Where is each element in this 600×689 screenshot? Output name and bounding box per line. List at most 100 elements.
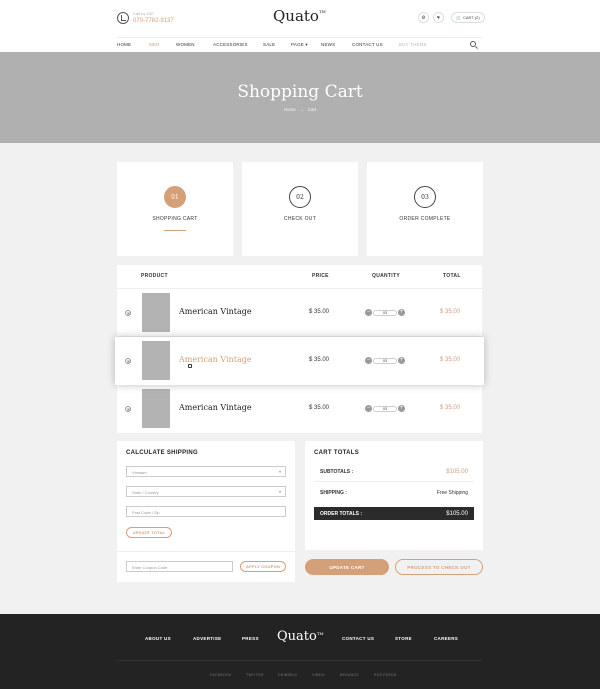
shipping-title: CALCULATE SHIPPING <box>126 450 198 456</box>
site-header: Call us 24/7 070-7782-9137 QuatoTM ⚙ ♥ 🛒… <box>0 0 600 52</box>
step-label: SHOPPING CART <box>152 216 198 222</box>
heart-icon: ♥ <box>437 14 440 21</box>
settings-button[interactable]: ⚙ <box>418 12 429 23</box>
subtotal-line: SUBTOTALS : $105.00 <box>314 465 474 478</box>
footer-link-contact-us[interactable]: CONTACT US <box>342 636 374 641</box>
product-name[interactable]: American Vintage <box>179 307 252 316</box>
order-total-label: ORDER TOTALS : <box>320 510 363 517</box>
call-label: Call us 24/7 <box>133 11 155 16</box>
header-price: PRICE <box>312 273 329 279</box>
chevron-down-icon: ▾ <box>278 489 281 494</box>
breadcrumb: Home → Cart <box>0 107 600 112</box>
totals-title: CART TOTALS <box>314 450 360 456</box>
state-placeholder: State / Country <box>132 490 159 495</box>
shipping-label: SHIPPING : <box>320 489 347 496</box>
coupon-placeholder: Enter Coupon Code <box>132 565 168 570</box>
header-product: PRODUCT <box>141 273 168 279</box>
social-twitter[interactable]: TWITTER <box>246 673 264 677</box>
product-name[interactable]: American Vintage <box>179 355 252 364</box>
country-value: Vietnam <box>132 470 147 475</box>
nav-accessories[interactable]: ACCESSORIES <box>213 42 248 47</box>
update-total-button[interactable]: UPDATE TOTAL <box>126 527 172 538</box>
decrease-quantity-button[interactable]: − <box>365 405 372 412</box>
increase-quantity-button[interactable]: + <box>398 405 405 412</box>
mouse-cursor-icon <box>188 364 192 368</box>
phone-number[interactable]: 070-7782-9137 <box>133 18 174 24</box>
phone-icon <box>117 11 129 24</box>
order-total-line: ORDER TOTALS : $105.00 <box>314 507 474 520</box>
product-thumbnail[interactable] <box>142 341 170 380</box>
footer-divider <box>117 660 482 661</box>
social-vimeo[interactable]: VIMEO <box>312 673 325 677</box>
totals-divider <box>314 481 474 482</box>
step-number: 03 <box>414 186 436 208</box>
remove-item-icon[interactable] <box>125 406 131 412</box>
country-select[interactable]: Vietnam ▾ <box>126 466 286 477</box>
postcode-placeholder: Post Code / Zip <box>132 510 160 515</box>
cart-button[interactable]: 🛒 CART (2) <box>451 12 485 23</box>
increase-quantity-button[interactable]: + <box>398 357 405 364</box>
remove-item-icon[interactable] <box>125 358 131 364</box>
step-shopping-cart[interactable]: 01 SHOPPING CART <box>117 162 233 256</box>
gear-icon: ⚙ <box>421 14 426 21</box>
search-icon[interactable] <box>470 41 476 47</box>
nav-home[interactable]: HOME <box>117 42 131 47</box>
social-behance[interactable]: BEHANCE <box>340 673 359 677</box>
cart-row: American Vintage $ 35.00 − 03 + $ 35.00 <box>115 337 484 385</box>
footer-logo[interactable]: QuatoTM <box>277 629 324 644</box>
header-total: TOTAL <box>443 273 461 279</box>
page-banner: Shopping Cart Home → Cart <box>0 52 600 143</box>
step-number: 02 <box>289 186 311 208</box>
footer-link-press[interactable]: PRESS <box>242 636 259 641</box>
header-quantity: QUANTITY <box>372 273 400 279</box>
call-us: Call us 24/7 070-7782-9137 <box>117 11 174 24</box>
breadcrumb-home[interactable]: Home <box>284 107 296 112</box>
product-thumbnail[interactable] <box>142 389 170 428</box>
increase-quantity-button[interactable]: + <box>398 309 405 316</box>
postcode-input[interactable]: Post Code / Zip <box>126 506 286 517</box>
coupon-input[interactable]: Enter Coupon Code <box>126 561 233 572</box>
shipping-line: SHIPPING : Free Shipping <box>314 486 474 499</box>
wishlist-button[interactable]: ♥ <box>433 12 444 23</box>
product-name[interactable]: American Vintage <box>179 403 252 412</box>
quantity-input[interactable]: 03 <box>373 309 397 316</box>
cart-row: American Vintage $ 35.00 − 03 + $ 35.00 <box>117 385 482 433</box>
social-facebook[interactable]: FACEBOOK <box>210 673 232 677</box>
nav-news[interactable]: NEWS <box>321 42 335 47</box>
quantity-input[interactable]: 03 <box>373 405 397 412</box>
step-number: 01 <box>164 186 186 208</box>
footer-link-about-us[interactable]: ABOUT US <box>145 636 171 641</box>
nav-sale[interactable]: SALE <box>263 42 275 47</box>
nav-page[interactable]: PAGE ▾ <box>291 42 308 48</box>
calculate-shipping-panel: CALCULATE SHIPPING Vietnam ▾ State / Cou… <box>117 441 295 582</box>
decrease-quantity-button[interactable]: − <box>365 357 372 364</box>
footer-link-advertise[interactable]: ADVERTISE <box>193 636 221 641</box>
quantity-input[interactable]: 03 <box>373 357 397 364</box>
checkout-button[interactable]: PROCESS TO CHECK OUT <box>395 559 483 575</box>
logo-text[interactable]: Quato <box>273 7 319 25</box>
footer-link-careers[interactable]: CAREERS <box>434 636 458 641</box>
decrease-quantity-button[interactable]: − <box>365 309 372 316</box>
state-select[interactable]: State / Country ▾ <box>126 486 286 497</box>
product-total: $ 35.00 <box>440 309 461 315</box>
update-cart-button[interactable]: UPDATE CART <box>305 559 389 575</box>
step-order-complete[interactable]: 03 ORDER COMPLETE <box>367 162 483 256</box>
product-total: $ 35.00 <box>440 405 461 411</box>
nav-buy-theme[interactable]: BUY THEME <box>399 42 427 47</box>
step-check-out[interactable]: 02 CHECK OUT <box>242 162 358 256</box>
product-thumbnail[interactable] <box>142 293 170 332</box>
footer-logo-text[interactable]: Quato <box>277 629 317 644</box>
basket-icon: 🛒 <box>456 15 461 20</box>
footer-link-store[interactable]: STORE <box>395 636 412 641</box>
site-logo[interactable]: QuatoTM <box>273 7 326 25</box>
social-dribbble[interactable]: DRIBBBLE <box>278 673 298 677</box>
remove-item-icon[interactable] <box>125 310 131 316</box>
apply-coupon-button[interactable]: APPLY COUPON <box>240 561 286 572</box>
nav-men[interactable]: MEN <box>149 42 160 47</box>
nav-women[interactable]: WOMEN <box>176 42 195 47</box>
quantity-stepper: − 03 + <box>365 357 405 364</box>
social-rss-feeds[interactable]: RSS FEEDS <box>374 673 397 677</box>
nav-contact-us[interactable]: CONTACT US <box>352 42 383 47</box>
cart-totals-panel: CART TOTALS SUBTOTALS : $105.00 SHIPPING… <box>305 441 483 550</box>
subtotal-value: $105.00 <box>446 468 468 475</box>
